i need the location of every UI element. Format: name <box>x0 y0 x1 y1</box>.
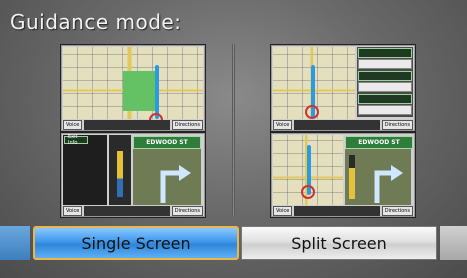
turn-arrow-panel <box>133 149 201 205</box>
street-name-header: EDWOOD ST <box>345 136 413 149</box>
voice-button: Voice <box>63 206 83 216</box>
status-strip <box>84 120 170 130</box>
map-view <box>273 135 343 205</box>
voice-button: Voice <box>63 120 83 130</box>
map-view <box>273 47 355 119</box>
exit-info-panel: Exit Info <box>63 134 107 205</box>
directions-button: Directions <box>381 120 413 130</box>
column-divider <box>232 44 235 216</box>
page-title: Guidance mode: <box>10 10 182 34</box>
directions-button: Directions <box>381 206 413 216</box>
single-screen-map-preview: Voice Directions <box>60 44 206 132</box>
distance-panel <box>109 135 131 205</box>
vehicle-position-icon <box>305 105 319 119</box>
turn-list-row <box>358 105 412 115</box>
directions-button: Directions <box>171 120 203 130</box>
turn-list-row <box>358 94 412 104</box>
exit-info-label: Exit Info <box>64 134 88 146</box>
split-screen-button[interactable]: Split Screen <box>241 226 437 260</box>
turn-right-arrow-icon <box>374 165 403 203</box>
turn-list-row <box>358 59 412 69</box>
guidance-button-bar: Voice Directions <box>273 206 413 216</box>
status-strip <box>84 206 170 216</box>
route-line <box>155 65 159 119</box>
map-button-bar: Voice Directions <box>63 120 203 130</box>
directions-button: Directions <box>171 206 203 216</box>
button-strip-right <box>440 226 467 260</box>
street-name-header: EDWOOD ST <box>133 136 201 149</box>
turn-right-arrow-icon <box>160 165 191 203</box>
vehicle-position-icon <box>301 185 315 199</box>
voice-button: Voice <box>273 120 293 130</box>
park-area <box>123 71 155 111</box>
turn-list-row <box>358 71 412 81</box>
turn-list-row <box>358 48 412 58</box>
guidance-button-bar: Voice Directions <box>63 206 203 216</box>
turn-list-row <box>358 82 412 92</box>
turn-list-panel <box>357 47 413 117</box>
split-screen-map-preview: Voice Directions <box>270 44 416 132</box>
button-strip-left <box>0 226 30 260</box>
split-screen-guidance-preview: EDWOOD ST Voice Directions <box>270 132 416 218</box>
status-strip <box>294 120 380 130</box>
turn-arrow-panel <box>345 149 411 205</box>
voice-button: Voice <box>273 206 293 216</box>
single-screen-guidance-preview: Exit Info EDWOOD ST Voice Directions <box>60 132 206 218</box>
map-button-bar: Voice Directions <box>273 120 413 130</box>
single-screen-button[interactable]: Single Screen <box>33 226 239 260</box>
map-view <box>63 47 203 127</box>
status-strip <box>294 206 380 216</box>
distance-bar <box>117 151 123 197</box>
